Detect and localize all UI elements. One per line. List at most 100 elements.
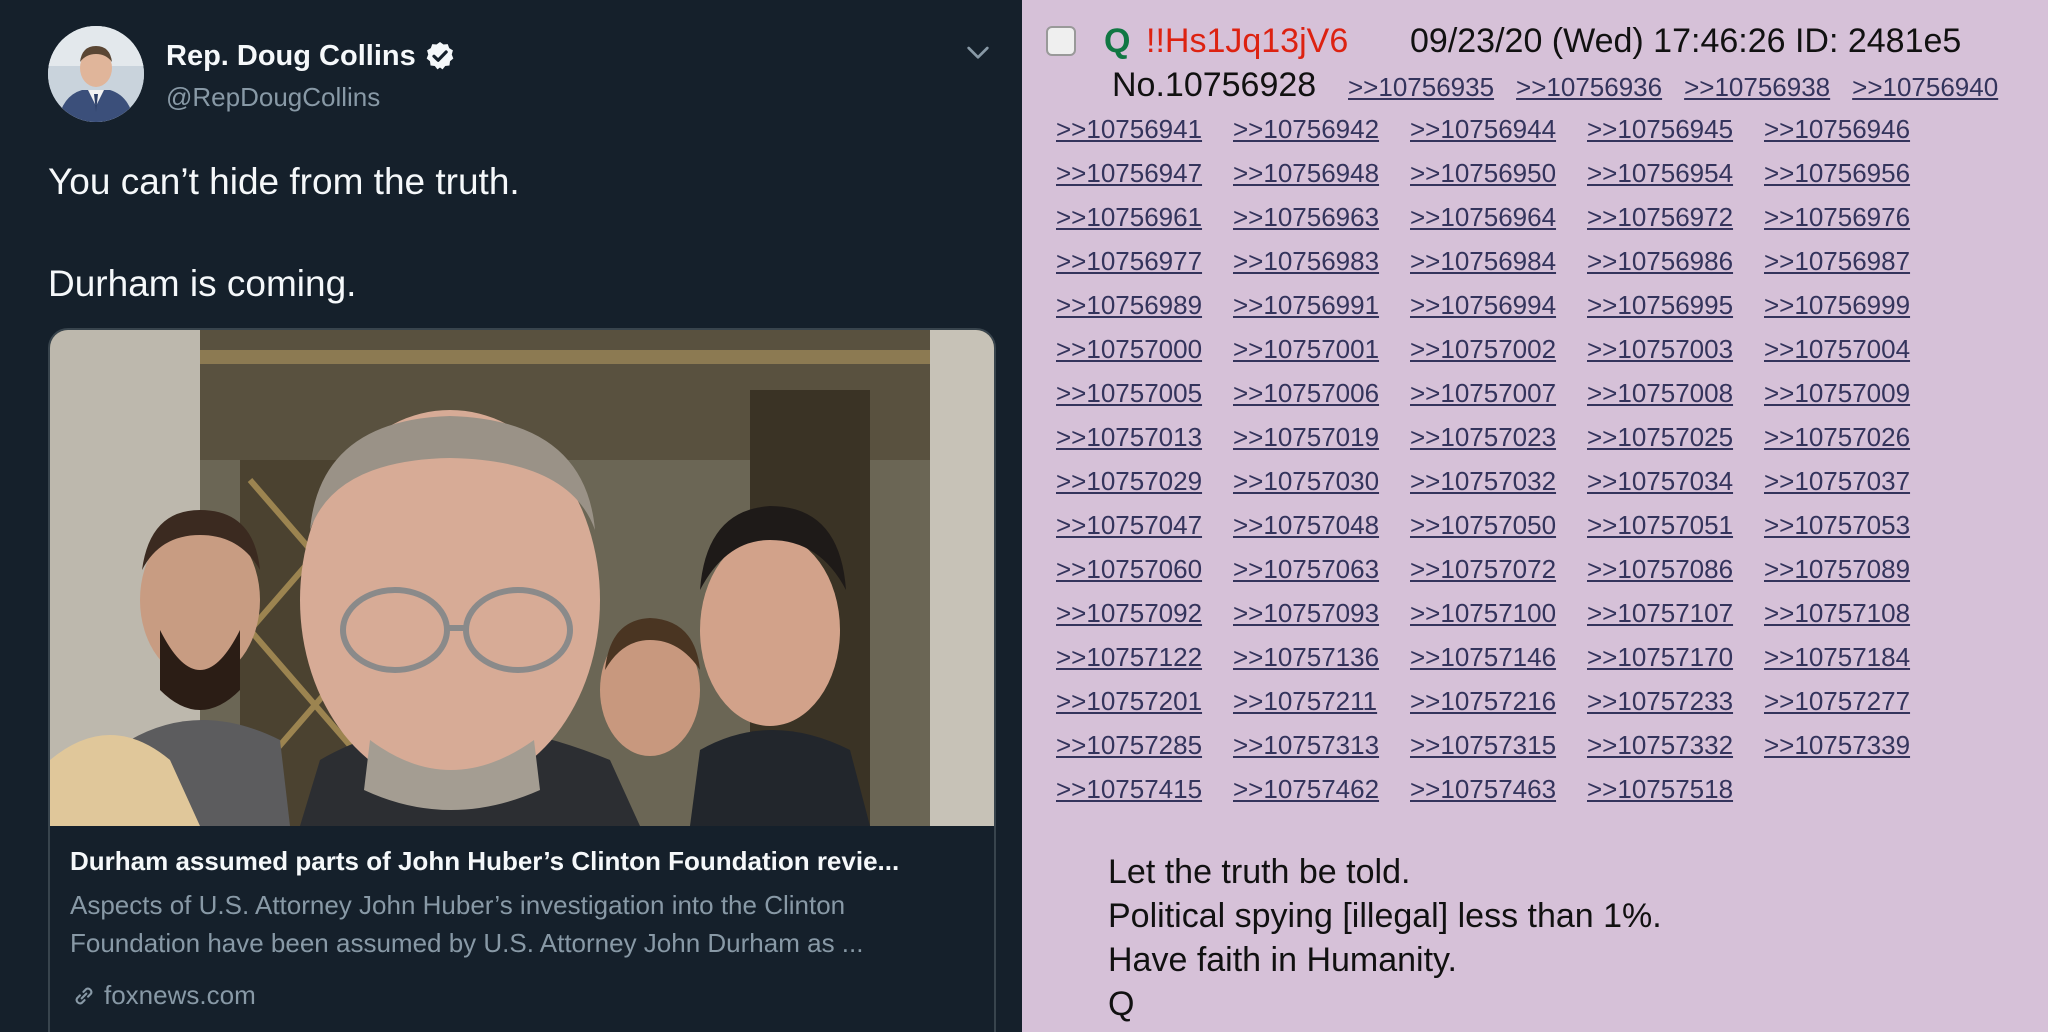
- post-number[interactable]: No.10756928: [1112, 66, 1316, 105]
- reply-link[interactable]: >>10757313: [1233, 730, 1410, 761]
- reply-link[interactable]: >>10757053: [1764, 510, 1941, 541]
- reply-link[interactable]: >>10757037: [1764, 466, 1941, 497]
- reply-link[interactable]: >>10757216: [1410, 686, 1587, 717]
- reply-link[interactable]: >>10757050: [1410, 510, 1587, 541]
- reply-link[interactable]: >>10757072: [1410, 554, 1587, 585]
- reply-link[interactable]: >>10756963: [1233, 202, 1410, 233]
- reply-link[interactable]: >>10757285: [1056, 730, 1233, 761]
- reply-link[interactable]: >>10756954: [1587, 158, 1764, 189]
- reply-link[interactable]: >>10756944: [1410, 114, 1587, 145]
- reply-link[interactable]: >>10757060: [1056, 554, 1233, 585]
- reply-link[interactable]: >>10757211: [1233, 686, 1410, 717]
- reply-link[interactable]: >>10757032: [1410, 466, 1587, 497]
- reply-link[interactable]: >>10757030: [1233, 466, 1410, 497]
- reply-link[interactable]: >>10756938: [1684, 72, 1830, 103]
- reply-link[interactable]: >>10756964: [1410, 202, 1587, 233]
- reply-link[interactable]: >>10757029: [1056, 466, 1233, 497]
- reply-link[interactable]: >>10757001: [1233, 334, 1410, 365]
- reply-link[interactable]: >>10757332: [1587, 730, 1764, 761]
- card-title[interactable]: Durham assumed parts of John Huber’s Cli…: [70, 846, 980, 877]
- reply-link[interactable]: >>10757463: [1410, 774, 1587, 805]
- reply-link[interactable]: >>10757086: [1587, 554, 1764, 585]
- reply-link[interactable]: >>10757092: [1056, 598, 1233, 629]
- reply-link[interactable]: >>10757093: [1233, 598, 1410, 629]
- post-select-checkbox[interactable]: [1046, 26, 1076, 56]
- reply-link[interactable]: >>10757025: [1587, 422, 1764, 453]
- reply-link[interactable]: >>10756961: [1056, 202, 1233, 233]
- reply-link[interactable]: >>10757004: [1764, 334, 1941, 365]
- reply-link[interactable]: >>10757048: [1233, 510, 1410, 541]
- reply-link[interactable]: >>10756936: [1516, 72, 1662, 103]
- card-domain-text: foxnews.com: [104, 980, 256, 1010]
- reply-link[interactable]: >>10756945: [1587, 114, 1764, 145]
- reply-link[interactable]: >>10757003: [1587, 334, 1764, 365]
- reply-link[interactable]: >>10756935: [1348, 72, 1494, 103]
- reply-link[interactable]: >>10757122: [1056, 642, 1233, 673]
- reply-link[interactable]: >>10757000: [1056, 334, 1233, 365]
- reply-link[interactable]: >>10756948: [1233, 158, 1410, 189]
- reply-link[interactable]: >>10757002: [1410, 334, 1587, 365]
- reply-link[interactable]: >>10756947: [1056, 158, 1233, 189]
- tweet-text-line-2: Durham is coming.: [48, 263, 357, 304]
- reply-link[interactable]: >>10757170: [1587, 642, 1764, 673]
- reply-link[interactable]: >>10756991: [1233, 290, 1410, 321]
- reply-link[interactable]: >>10757462: [1233, 774, 1410, 805]
- reply-link[interactable]: >>10756972: [1587, 202, 1764, 233]
- reply-link[interactable]: >>10756976: [1764, 202, 1941, 233]
- reply-link[interactable]: >>10757339: [1764, 730, 1941, 761]
- reply-link[interactable]: >>10756986: [1587, 246, 1764, 277]
- reply-link[interactable]: >>10757201: [1056, 686, 1233, 717]
- reply-link[interactable]: >>10756950: [1410, 158, 1587, 189]
- reply-link[interactable]: >>10756999: [1764, 290, 1941, 321]
- reply-link[interactable]: >>10757233: [1587, 686, 1764, 717]
- reply-link[interactable]: >>10757023: [1410, 422, 1587, 453]
- reply-link[interactable]: >>10756995: [1587, 290, 1764, 321]
- reply-link[interactable]: >>10757047: [1056, 510, 1233, 541]
- reply-link[interactable]: >>10757415: [1056, 774, 1233, 805]
- reply-link[interactable]: >>10757019: [1233, 422, 1410, 453]
- reply-links-first-line: >>10756935 >>10756936 >>10756938 >>10756940: [1348, 72, 1998, 103]
- chevron-down-icon[interactable]: [962, 36, 994, 68]
- reply-link[interactable]: >>10757026: [1764, 422, 1941, 453]
- reply-link[interactable]: >>10757108: [1764, 598, 1941, 629]
- reply-link[interactable]: >>10757277: [1764, 686, 1941, 717]
- card-photo[interactable]: [50, 330, 994, 826]
- reply-link[interactable]: >>10756994: [1410, 290, 1587, 321]
- card-domain[interactable]: foxnews.com: [70, 980, 256, 1011]
- reply-link[interactable]: >>10757315: [1410, 730, 1587, 761]
- reply-link[interactable]: >>10757005: [1056, 378, 1233, 409]
- reply-link[interactable]: >>10756989: [1056, 290, 1233, 321]
- reply-link[interactable]: >>10757009: [1764, 378, 1941, 409]
- reply-link[interactable]: >>10756942: [1233, 114, 1410, 145]
- reply-link[interactable]: >>10757006: [1233, 378, 1410, 409]
- card-description-line-2: Foundation have been assumed by U.S. Att…: [70, 928, 864, 958]
- reply-link[interactable]: >>10757063: [1233, 554, 1410, 585]
- reply-link[interactable]: >>10756941: [1056, 114, 1233, 145]
- user-handle[interactable]: @RepDougCollins: [166, 82, 380, 113]
- reply-link[interactable]: >>10756987: [1764, 246, 1941, 277]
- reply-link[interactable]: >>10756940: [1852, 72, 1998, 103]
- reply-link[interactable]: >>10757089: [1764, 554, 1941, 585]
- reply-link[interactable]: >>10757013: [1056, 422, 1233, 453]
- reply-link[interactable]: >>10757146: [1410, 642, 1587, 673]
- avatar-photo: [48, 26, 144, 122]
- reply-link[interactable]: >>10757034: [1587, 466, 1764, 497]
- reply-link[interactable]: >>10756946: [1764, 114, 1941, 145]
- reply-link[interactable]: >>10757008: [1587, 378, 1764, 409]
- reply-link[interactable]: >>10756984: [1410, 246, 1587, 277]
- display-name[interactable]: Rep. Doug Collins: [166, 40, 416, 73]
- avatar[interactable]: [48, 26, 144, 122]
- reply-link[interactable]: >>10757107: [1587, 598, 1764, 629]
- reply-link[interactable]: >>10757051: [1587, 510, 1764, 541]
- link-preview-card[interactable]: Durham assumed parts of John Huber’s Cli…: [48, 328, 996, 1032]
- reply-link[interactable]: >>10757136: [1233, 642, 1410, 673]
- reply-link[interactable]: >>10757007: [1410, 378, 1587, 409]
- reply-link[interactable]: >>10757184: [1764, 642, 1941, 673]
- reply-link[interactable]: >>10757518: [1587, 774, 1764, 805]
- reply-link[interactable]: >>10756977: [1056, 246, 1233, 277]
- reply-links: >>10756941 >>10756942 >>10756944 >>10756945…: [1056, 114, 1941, 805]
- reply-link[interactable]: >>10757100: [1410, 598, 1587, 629]
- message-line: Let the truth be told.: [1108, 853, 1411, 891]
- reply-link[interactable]: >>10756983: [1233, 246, 1410, 277]
- reply-link[interactable]: >>10756956: [1764, 158, 1941, 189]
